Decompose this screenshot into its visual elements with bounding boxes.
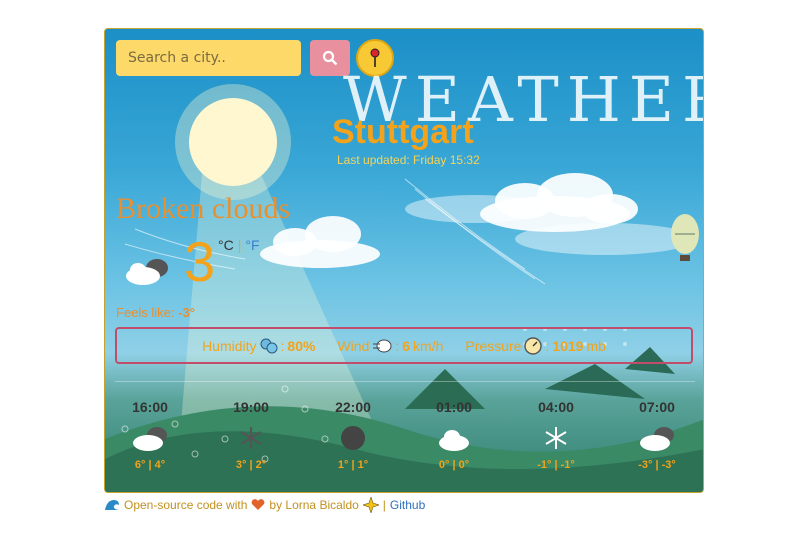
- forecast-temps: 6° | 4°: [134, 459, 166, 471]
- unit-separator: |: [237, 237, 242, 253]
- forecast-item: 19:00 3° | 2°: [206, 399, 296, 471]
- pressure-value: 1019: [552, 337, 584, 354]
- forecast-time: 22:00: [335, 399, 371, 415]
- unit-toggle: °C | °F: [218, 237, 260, 253]
- forecast-item: 04:00 -1° | -1°: [511, 399, 601, 471]
- footer-separator: |: [382, 498, 386, 512]
- forecast-item: 22:00 1° | 1°: [308, 399, 398, 471]
- forecast-temps: -1° | -1°: [537, 459, 575, 471]
- wind-unit: km/h: [413, 337, 444, 354]
- current-temperature: 3: [184, 230, 216, 293]
- sparkle-icon: [362, 497, 379, 513]
- celsius-toggle[interactable]: °C: [218, 237, 234, 253]
- forecast-time: 04:00: [538, 399, 574, 415]
- github-link[interactable]: Github: [390, 498, 425, 512]
- wind-label: Wind: [337, 337, 370, 354]
- forecast-temps: -3° | -3°: [638, 459, 676, 471]
- weather-card: WEATHER Stuttgart Last updated: Friday 1…: [104, 28, 704, 493]
- last-updated: Last updated: Friday 15:32: [337, 153, 480, 167]
- heart-icon: [252, 499, 265, 510]
- forecast-temps: 0° | 0°: [438, 459, 470, 471]
- wave-icon: [105, 500, 119, 510]
- forecast-item: 16:00 6° | 4°: [105, 399, 195, 471]
- forecast-time: 19:00: [233, 399, 269, 415]
- humidity-value: 80%: [287, 337, 316, 354]
- broken-clouds-icon: [133, 427, 167, 451]
- snow-icon: [545, 427, 567, 449]
- forecast-item: 01:00 0° | 0°: [409, 399, 499, 471]
- forecast-time: 01:00: [436, 399, 472, 415]
- footer: Open-source code with by Lorna Bicaldo |…: [104, 497, 425, 513]
- forecast-time: 16:00: [132, 399, 168, 415]
- wind-icon: [373, 339, 392, 352]
- broken-clouds-icon: [640, 427, 674, 451]
- snow-icon: [240, 427, 262, 449]
- dark-cloud-icon: [341, 426, 365, 450]
- pressure-unit: mb: [586, 337, 606, 354]
- forecast-temps: 3° | 2°: [235, 459, 267, 471]
- footer-text: Open-source code with: [124, 498, 248, 512]
- forecast-temps: 1° | 1°: [337, 459, 369, 471]
- wind-value: 6: [402, 337, 411, 354]
- pressure-label: Pressure: [465, 337, 522, 354]
- feels-like: Feels like: -3°: [116, 305, 195, 320]
- humidity-stat: Humidity : 80%: [202, 337, 316, 354]
- fahrenheit-toggle[interactable]: °F: [245, 237, 259, 253]
- city-name: Stuttgart: [332, 113, 474, 151]
- search-input[interactable]: [116, 40, 301, 76]
- cloud-icon: [439, 430, 469, 451]
- stats-bar: Humidity : 80% Wind : 6 km/h Pressure: …: [115, 327, 693, 364]
- humidity-icon: [260, 338, 278, 353]
- forecast-item: 07:00 -3° | -3°: [612, 399, 702, 471]
- feels-like-label: Feels like:: [116, 305, 175, 320]
- divider: [115, 381, 695, 382]
- weather-condition: Broken clouds: [116, 192, 291, 225]
- feels-like-value: -3°: [178, 305, 195, 320]
- humidity-label: Humidity: [202, 337, 257, 354]
- pressure-stat: Pressure : 1019 mb: [465, 336, 606, 355]
- gauge-icon: [524, 336, 543, 355]
- footer-author: by Lorna Bicaldo: [269, 498, 359, 512]
- forecast-time: 07:00: [639, 399, 675, 415]
- wind-stat: Wind : 6 km/h: [337, 337, 444, 354]
- broken-clouds-icon: [126, 259, 168, 285]
- search-icon: [322, 50, 338, 66]
